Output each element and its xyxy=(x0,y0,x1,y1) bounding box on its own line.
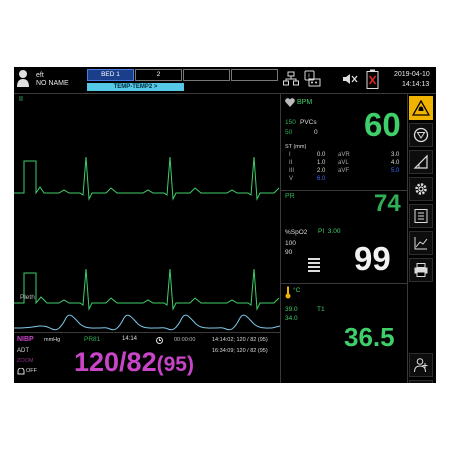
nibp-timer: 00:00:00 xyxy=(174,337,196,343)
stop-button[interactable] xyxy=(409,123,433,147)
bed-tab-1[interactable]: BED 1 xyxy=(87,69,134,81)
alarm-status-icon[interactable]: ! xyxy=(304,70,322,88)
spo2-pi: PI 3.00 xyxy=(318,228,341,235)
temp-unit: °C xyxy=(293,287,301,294)
pvcs-limit-hi: 150 xyxy=(285,119,296,126)
pvcs-label: PVCs xyxy=(300,119,317,126)
date-display: 2019-04-10 xyxy=(394,71,430,78)
patient-icon[interactable] xyxy=(16,69,30,87)
pleth-label: Pleth xyxy=(20,294,35,301)
hr-value: 60 xyxy=(364,106,401,143)
mute-icon[interactable] xyxy=(342,73,358,85)
pvcs-value: 0 xyxy=(314,129,318,136)
pr-value: 74 xyxy=(374,190,401,217)
st-lead-label: aVL xyxy=(338,160,349,166)
temp-channel: T1 xyxy=(317,306,325,313)
nibp-value: 120/82(95) xyxy=(74,347,194,377)
bell-warning-icon xyxy=(412,100,430,116)
pr-label: PR xyxy=(285,193,295,200)
nibp-time: 14:14 xyxy=(122,336,138,342)
bed-tab-4[interactable] xyxy=(231,69,278,81)
st-lead-value: 1.0 xyxy=(317,160,326,166)
nibp-label[interactable]: NIBP xyxy=(17,336,34,343)
pvcs-limit-lo: 50 xyxy=(285,129,293,136)
print-button[interactable] xyxy=(409,258,433,282)
temp-tab[interactable]: TEMP-TEMP2 > xyxy=(87,83,184,91)
network-icon[interactable] xyxy=(283,71,299,87)
patient-bed-label: eft xyxy=(36,72,44,79)
bed-tab-3[interactable] xyxy=(183,69,230,81)
record-icon xyxy=(414,209,428,223)
patient-admit-button[interactable] xyxy=(409,353,433,377)
temp-limit-lo: 34.0 xyxy=(285,315,298,322)
nibp-unit: mmHg xyxy=(44,337,61,343)
st-lead-value: 4.0 xyxy=(391,160,400,166)
nibp-history-2: 16:34:09; 120 / 82 (95) xyxy=(212,348,268,354)
review-button[interactable] xyxy=(409,380,433,383)
temp-limit-hi: 39.0 xyxy=(285,306,298,313)
nibp-zoom-label: ZOOM xyxy=(17,358,34,364)
ecg-waveform-1 xyxy=(14,156,280,201)
battery-alert-icon xyxy=(366,69,379,89)
patient-monitor-screen: eft NO NAME BED 1 2 TEMP-TEMP2 > ! 2019-… xyxy=(14,67,436,383)
st-lead-label: aVF xyxy=(338,168,350,174)
temp-value: 36.5 xyxy=(344,322,395,352)
thermometer-icon xyxy=(285,286,291,299)
triangle-graph-icon xyxy=(413,154,428,169)
nibp-mode: ADT xyxy=(17,348,29,354)
st-lead-label: II xyxy=(289,160,293,166)
spo2-label: %SpO2 xyxy=(285,229,308,236)
nibp-history-1: 14:14:02; 120 / 82 (95) xyxy=(212,337,268,343)
st-lead-value: 2.0 xyxy=(317,168,326,174)
alarm-button[interactable] xyxy=(409,96,433,120)
ecg-waveform-2 xyxy=(14,268,280,311)
pleth-waveform xyxy=(14,314,280,331)
heart-icon xyxy=(285,98,295,107)
person-admit-icon xyxy=(414,358,428,373)
st-lead-value: 6.0 xyxy=(317,176,326,182)
alarm-setup-button[interactable] xyxy=(409,150,433,174)
st-lead-label: V xyxy=(289,176,294,182)
spo2-value: 99 xyxy=(354,240,391,277)
spo2-limit-hi: 100 xyxy=(285,240,296,247)
timer-icon xyxy=(156,337,163,344)
alarm-off-icon xyxy=(17,368,25,375)
patient-record-button[interactable] xyxy=(409,204,433,228)
trend-button[interactable] xyxy=(409,231,433,255)
spo2-limit-lo: 90 xyxy=(285,249,293,256)
pleth-waveform-area xyxy=(14,314,280,331)
hr-unit-label: BPM xyxy=(297,99,313,106)
st-lead-value: 3.0 xyxy=(391,152,400,158)
printer-icon xyxy=(414,263,428,277)
trend-chart-icon xyxy=(414,237,428,250)
stop-icon xyxy=(413,127,429,143)
signal-strength-icon xyxy=(308,258,320,272)
settings-button[interactable] xyxy=(409,177,433,201)
waveform-area xyxy=(14,156,280,311)
st-lead-value: 5.0 xyxy=(391,168,400,174)
st-lead-label: aVR xyxy=(338,152,350,158)
gear-icon xyxy=(415,183,427,195)
st-lead-value: 0.0 xyxy=(317,152,326,158)
st-label: ST (mm) xyxy=(285,144,307,150)
patient-name[interactable]: NO NAME xyxy=(36,80,69,88)
time-display: 14:14:13 xyxy=(402,81,430,88)
st-lead-label: III xyxy=(289,168,295,174)
nibp-alarm-off: OFF xyxy=(26,368,37,374)
nibp-pr-label: PR81 xyxy=(84,336,101,343)
bed-tab-2[interactable]: 2 xyxy=(135,69,182,81)
st-lead-label: I xyxy=(289,152,291,158)
